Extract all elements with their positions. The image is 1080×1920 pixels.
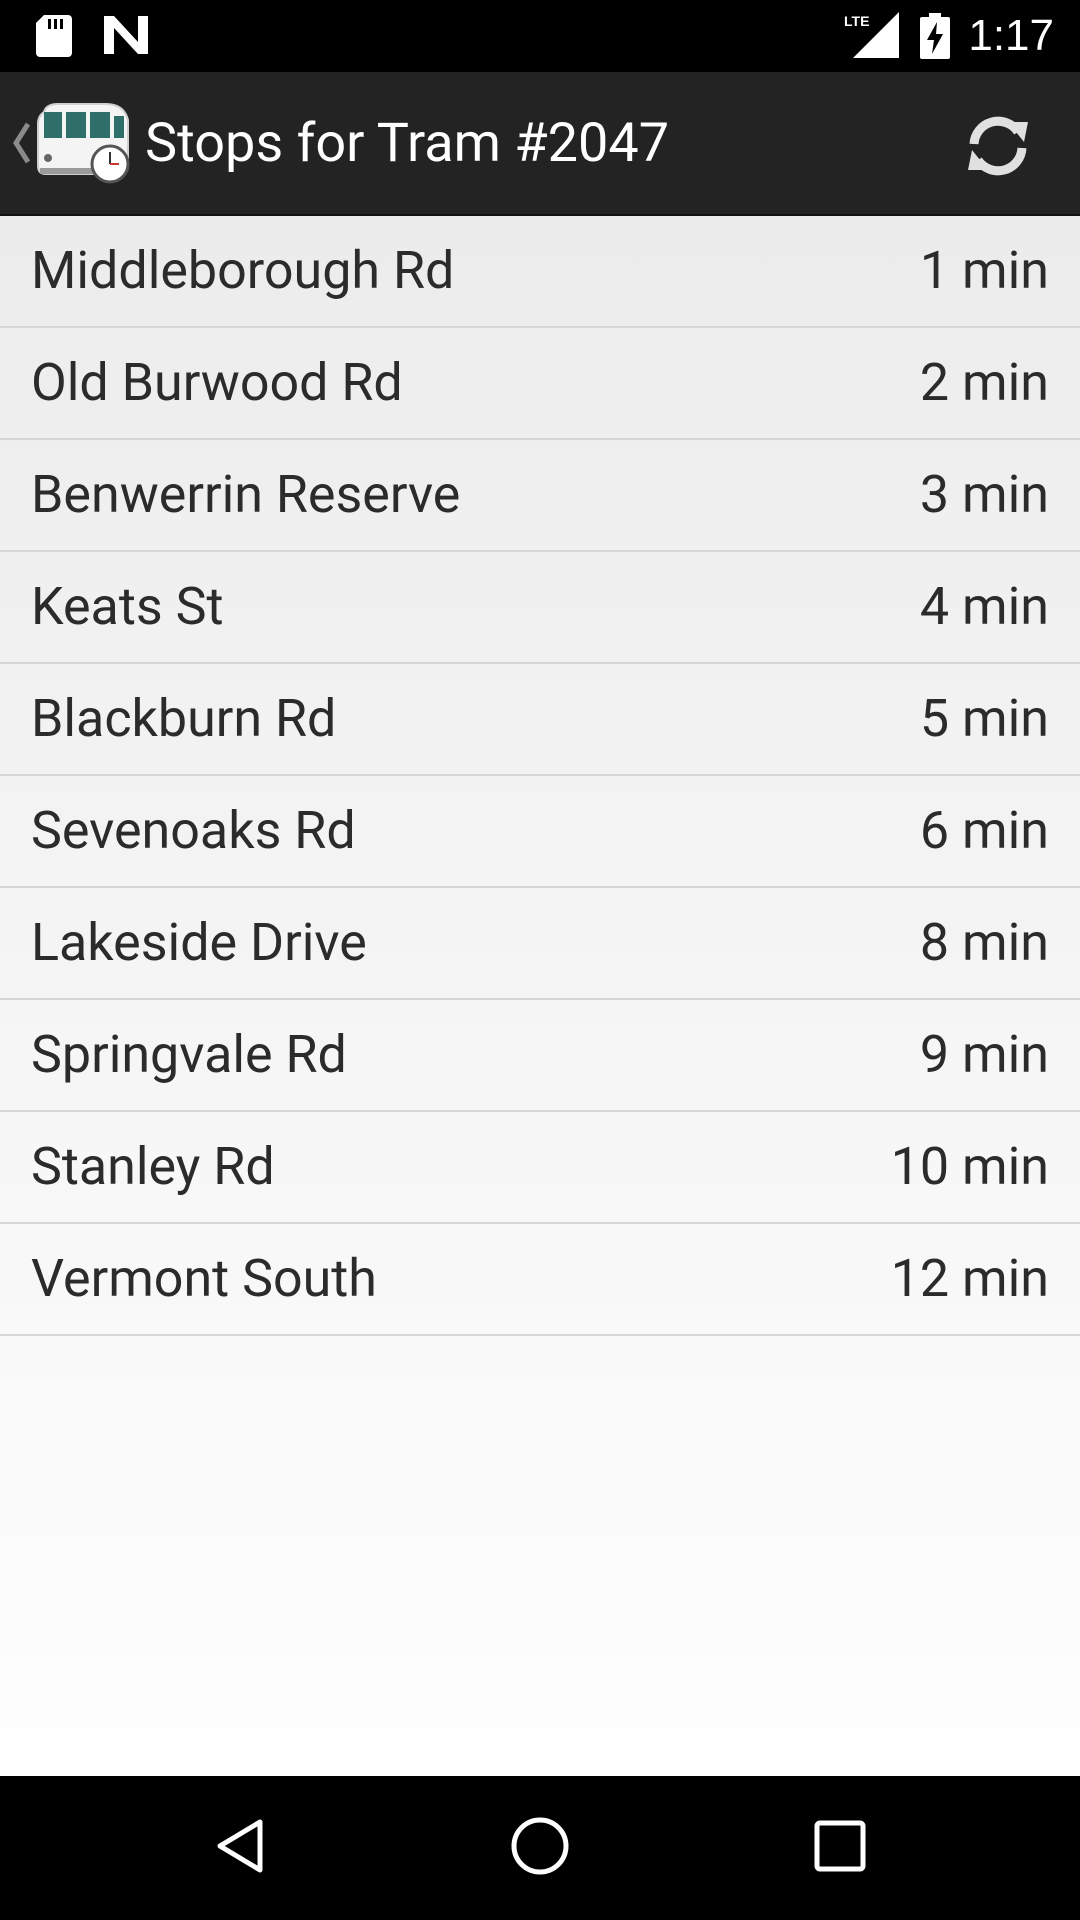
list-item[interactable]: Vermont South 12 min	[0, 1224, 1080, 1336]
sd-card-icon	[36, 15, 72, 61]
lte-signal-icon: LTE	[843, 12, 899, 62]
list-item[interactable]: Blackburn Rd 5 min	[0, 664, 1080, 776]
svg-text:LTE: LTE	[844, 13, 869, 29]
stop-name: Lakeside Drive	[31, 912, 367, 973]
stop-name: Sevenoaks Rd	[31, 800, 356, 861]
stop-time: 8 min	[919, 912, 1049, 973]
stop-name: Keats St	[31, 576, 224, 637]
stop-name: Stanley Rd	[31, 1136, 275, 1197]
stop-time: 3 min	[919, 464, 1049, 525]
nav-home-icon	[508, 1814, 572, 1882]
list-item[interactable]: Lakeside Drive 8 min	[0, 888, 1080, 1000]
status-bar: LTE 1:17	[0, 0, 1080, 72]
nav-recents-button[interactable]	[790, 1800, 890, 1896]
stop-name: Springvale Rd	[31, 1024, 347, 1085]
stop-time: 9 min	[919, 1024, 1049, 1085]
stop-name: Blackburn Rd	[31, 688, 337, 749]
stop-time: 6 min	[919, 800, 1049, 861]
nav-recents-icon	[812, 1818, 868, 1878]
navigation-bar	[0, 1776, 1080, 1920]
nav-back-icon	[210, 1816, 270, 1880]
battery-charging-icon	[920, 13, 950, 63]
list-item[interactable]: Old Burwood Rd 2 min	[0, 328, 1080, 440]
list-item[interactable]: Middleborough Rd 1 min	[0, 216, 1080, 328]
stop-name: Old Burwood Rd	[31, 352, 403, 413]
page-title: Stops for Tram #2047	[145, 112, 670, 175]
refresh-button[interactable]	[950, 100, 1046, 196]
back-chevron-icon[interactable]	[10, 120, 32, 170]
stop-time: 4 min	[919, 576, 1049, 637]
stop-time: 5 min	[919, 688, 1049, 749]
nav-back-button[interactable]	[190, 1800, 290, 1896]
stop-time: 1 min	[919, 240, 1049, 301]
stop-time: 10 min	[890, 1136, 1049, 1197]
list-item[interactable]: Benwerrin Reserve 3 min	[0, 440, 1080, 552]
stop-time: 2 min	[919, 352, 1049, 413]
stop-time: 12 min	[890, 1248, 1049, 1309]
list-item[interactable]: Sevenoaks Rd 6 min	[0, 776, 1080, 888]
nav-home-button[interactable]	[490, 1800, 590, 1896]
list-item[interactable]: Springvale Rd 9 min	[0, 1000, 1080, 1112]
tram-clock-app-icon[interactable]	[34, 102, 134, 190]
stop-name: Benwerrin Reserve	[31, 464, 461, 525]
refresh-icon	[962, 110, 1034, 186]
n-notification-icon	[104, 16, 148, 58]
status-time: 1:17	[968, 11, 1054, 60]
list-item[interactable]: Stanley Rd 10 min	[0, 1112, 1080, 1224]
list-item[interactable]: Keats St 4 min	[0, 552, 1080, 664]
stop-name: Middleborough Rd	[31, 240, 455, 301]
stops-list[interactable]: Middleborough Rd 1 min Old Burwood Rd 2 …	[0, 216, 1080, 1776]
action-bar: Stops for Tram #2047	[0, 72, 1080, 216]
stop-name: Vermont South	[31, 1248, 377, 1309]
